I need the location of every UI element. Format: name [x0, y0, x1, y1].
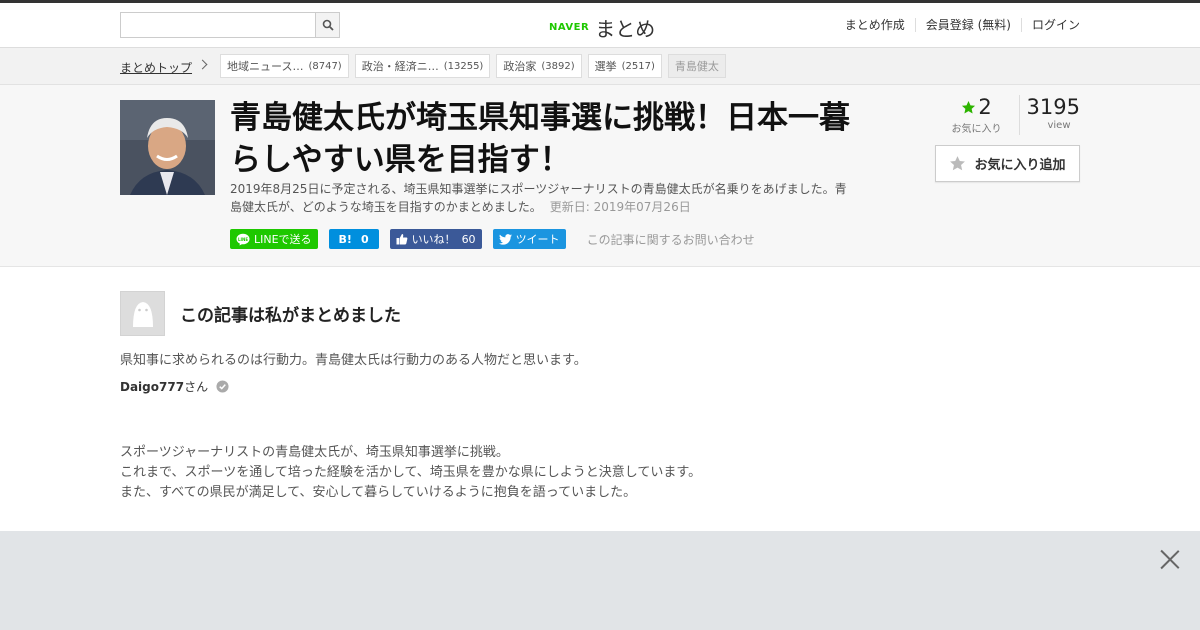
- verified-check-icon: [216, 380, 229, 393]
- tag-chip[interactable]: 地域ニュース… (8747): [220, 54, 349, 78]
- close-icon[interactable]: [1159, 549, 1181, 571]
- tweet-label: ツイート: [515, 233, 560, 246]
- article-stats: 2 お気に入り 3195 view: [940, 95, 1080, 135]
- tag-list: 地域ニュース… (8747) 政治・経済ニ… (13255) 政治家 (3892) 選…: [220, 54, 726, 78]
- fb-like-count: 60: [461, 232, 476, 246]
- tag-count: (8747): [308, 60, 342, 72]
- tag-chip[interactable]: 政治・経済ニ… (13255): [354, 54, 491, 78]
- header-nav: まとめ作成 会員登録 (無料) ログイン: [835, 18, 1080, 32]
- tweet-button[interactable]: ツイート: [492, 229, 566, 249]
- breadcrumb: まとめトップ 地域ニュース… (8747) 政治・経済ニ… (13255) 政治家 (…: [0, 48, 1200, 85]
- description-text: 2019年8月25日に予定される、埼玉県知事選挙にスポーツジャーナリストの青島健…: [230, 182, 847, 214]
- tag-count: (2517): [621, 60, 655, 72]
- line-share-button[interactable]: LINE LINEで送る: [230, 229, 318, 249]
- author-avatar[interactable]: [120, 291, 165, 336]
- article-body: スポーツジャーナリストの青島健太氏が、埼玉県知事選挙に挑戦。 これまで、スポーツ…: [120, 443, 701, 503]
- body-line: これまで、スポーツを通して培った経験を活かして、埼玉県を豊かな県にしようと決意し…: [120, 465, 702, 480]
- tag-chip[interactable]: 選挙 (2517): [587, 54, 662, 78]
- ad-banner: [0, 531, 1200, 630]
- line-icon: LINE: [236, 233, 250, 245]
- svg-text:LINE: LINE: [238, 237, 248, 242]
- tag-chip[interactable]: 政治家 (3892): [496, 54, 582, 78]
- inquiry-link[interactable]: この記事に関するお問い合わせ: [587, 231, 755, 248]
- author-name-row: Daigo777さん: [120, 378, 229, 395]
- logo-matome: まとめ: [595, 17, 656, 41]
- register-link[interactable]: 会員登録 (無料): [914, 18, 1021, 32]
- tag-chip-current: 青島健太: [667, 54, 726, 78]
- updated-date: 更新日: 2019年07月26日: [549, 200, 691, 214]
- tag-label: 政治家: [503, 60, 537, 73]
- author-heading: この記事は私がまとめました: [180, 306, 401, 326]
- search-input[interactable]: [121, 13, 315, 37]
- breadcrumb-top-link[interactable]: まとめトップ: [120, 59, 192, 76]
- tag-label: 政治・経済ニ…: [361, 60, 439, 73]
- body-line: また、すべての県民が満足して、安心して暮らしていけるように抱負を語っていました。: [120, 485, 637, 500]
- article-header: 青島健太氏が埼玉県知事選に挑戦！日本一暮らしやすい県を目指す！ 2019年8月2…: [0, 85, 1200, 267]
- share-bar: LINE LINEで送る B! 0 いいね！ 60 ツイート この記事に関するお…: [230, 229, 755, 249]
- hatena-bookmark-button[interactable]: B! 0: [328, 229, 379, 249]
- tag-count: (13255): [443, 60, 484, 72]
- chevron-right-icon: [197, 59, 208, 70]
- tag-label: 選挙: [594, 60, 617, 73]
- views-stat: 3195 view: [1020, 95, 1080, 135]
- tag-label: 地域ニュース…: [227, 60, 304, 73]
- article-title: 青島健太氏が埼玉県知事選に挑戦！日本一暮らしやすい県を目指す！: [230, 100, 850, 178]
- views-label: view: [1047, 120, 1071, 131]
- hatena-count: 0: [360, 232, 369, 246]
- search-box: [120, 12, 340, 38]
- add-favorite-button[interactable]: お気に入り追加: [935, 145, 1080, 182]
- author-suffix: さん: [184, 380, 209, 394]
- hatena-icon: B!: [338, 232, 352, 246]
- favorites-label: お気に入り: [951, 124, 1002, 135]
- article-description: 2019年8月25日に予定される、埼玉県知事選挙にスポーツジャーナリストの青島健…: [230, 180, 850, 216]
- favorites-stat: 2 お気に入り: [940, 95, 1020, 135]
- create-matome-link[interactable]: まとめ作成: [835, 18, 915, 32]
- author-name[interactable]: Daigo777: [120, 380, 184, 394]
- person-photo-icon: [120, 100, 215, 195]
- fb-like-label: いいね！: [411, 233, 456, 246]
- tag-label: 青島健太: [674, 60, 719, 73]
- search-icon: [322, 19, 334, 31]
- site-logo[interactable]: NAVER まとめ: [549, 13, 655, 42]
- body-line: スポーツジャーナリストの青島健太氏が、埼玉県知事選挙に挑戦。: [120, 445, 509, 460]
- add-favorite-label: お気に入り追加: [974, 158, 1066, 173]
- star-icon: [962, 100, 976, 113]
- site-header: NAVER まとめ まとめ作成 会員登録 (無料) ログイン: [0, 3, 1200, 48]
- login-link[interactable]: ログイン: [1020, 18, 1080, 32]
- views-count: 3195: [1026, 95, 1080, 119]
- logo-naver: NAVER: [549, 22, 590, 33]
- author-description: 県知事に求められるのは行動力。青島健太氏は行動力のある人物だと思います。: [120, 353, 587, 368]
- search-button[interactable]: [315, 13, 339, 37]
- article-thumbnail: [120, 100, 215, 195]
- line-share-label: LINEで送る: [254, 233, 312, 246]
- tag-count: (3892): [541, 60, 575, 72]
- star-icon: [950, 156, 966, 171]
- twitter-bird-icon: [498, 233, 512, 245]
- facebook-like-button[interactable]: いいね！ 60: [389, 229, 482, 249]
- default-avatar-icon: [132, 301, 153, 327]
- favorites-count: 2: [978, 95, 992, 119]
- author-block: この記事は私がまとめました: [120, 291, 401, 336]
- thumbs-up-icon: [396, 234, 407, 245]
